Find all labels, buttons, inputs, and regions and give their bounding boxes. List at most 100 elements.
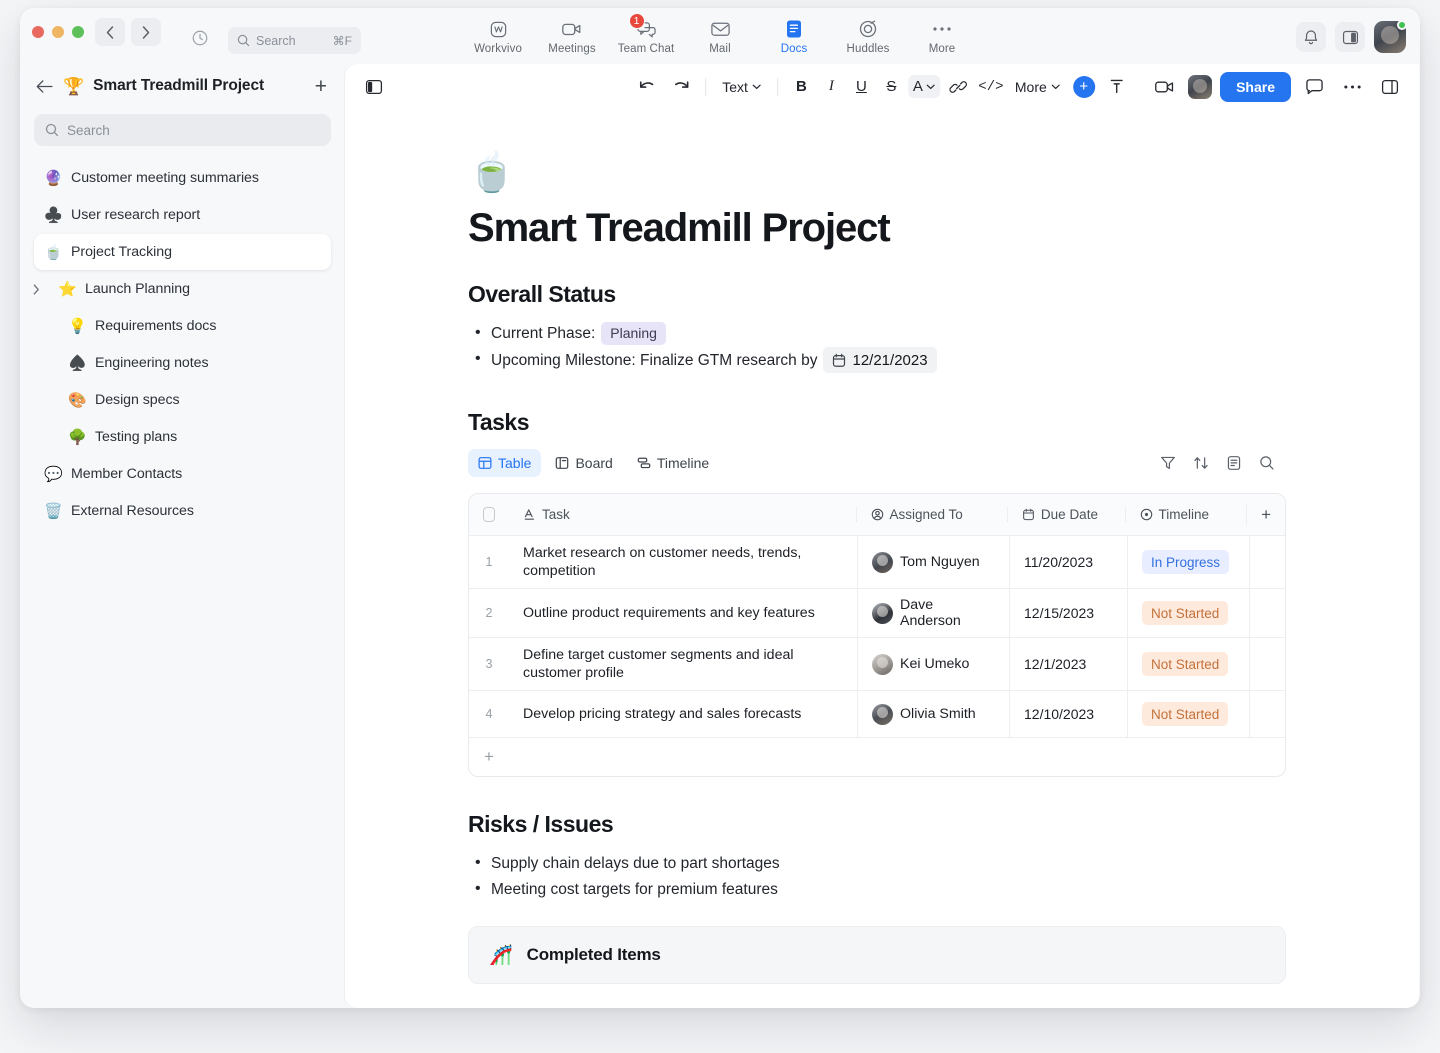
- cell-task[interactable]: Outline product requirements and key fea…: [509, 589, 857, 637]
- nav-item-workvivo[interactable]: Workvivo: [461, 12, 535, 55]
- document-emoji-icon[interactable]: 🍵: [468, 154, 1419, 192]
- add-column-button[interactable]: +: [1246, 505, 1285, 525]
- filter-icon[interactable]: [1160, 455, 1176, 471]
- chevron-right-icon[interactable]: [28, 284, 44, 295]
- cell-assigned-to[interactable]: Kei Umeko: [857, 638, 1009, 690]
- row-number[interactable]: 2: [469, 589, 509, 637]
- table-row[interactable]: 4 Develop pricing strategy and sales for…: [469, 691, 1285, 738]
- milestone-date-pill[interactable]: 12/21/2023: [823, 347, 936, 373]
- start-meeting-button[interactable]: [1150, 73, 1180, 101]
- history-button[interactable]: [185, 24, 215, 52]
- code-button[interactable]: </>: [976, 73, 1006, 101]
- cell-timeline[interactable]: Not Started: [1127, 638, 1249, 690]
- sidebar-item-design-specs[interactable]: 🎨 Design specs: [34, 382, 331, 418]
- underline-button[interactable]: U: [848, 73, 875, 100]
- user-avatar-wrapper[interactable]: [1374, 21, 1406, 53]
- document-title[interactable]: Smart Treadmill Project: [468, 206, 1419, 251]
- current-phase-pill[interactable]: Planing: [601, 322, 666, 345]
- cell-empty[interactable]: [1249, 691, 1285, 737]
- forward-button[interactable]: [131, 18, 161, 46]
- minimize-window-button[interactable]: [52, 26, 64, 38]
- completed-items-callout[interactable]: 🎢 Completed Items: [468, 926, 1286, 984]
- cell-timeline[interactable]: Not Started: [1127, 691, 1249, 737]
- sidebar-add-button[interactable]: +: [315, 76, 329, 97]
- cell-timeline[interactable]: Not Started: [1127, 589, 1249, 637]
- cell-due-date[interactable]: 11/20/2023: [1009, 536, 1127, 588]
- sort-icon[interactable]: [1193, 455, 1209, 471]
- clear-formatting-button[interactable]: [1102, 73, 1132, 101]
- list-item: Meeting cost targets for premium feature…: [468, 877, 1419, 902]
- fields-icon[interactable]: [1226, 455, 1242, 471]
- link-button[interactable]: [943, 73, 973, 101]
- share-button[interactable]: Share: [1220, 72, 1291, 102]
- cell-due-date[interactable]: 12/1/2023: [1009, 638, 1127, 690]
- nav-item-more[interactable]: More: [905, 12, 979, 55]
- tab-board[interactable]: Board: [545, 449, 622, 477]
- more-formatting-dropdown[interactable]: More: [1009, 75, 1066, 99]
- close-window-button[interactable]: [32, 26, 44, 38]
- tab-timeline[interactable]: Timeline: [627, 449, 719, 477]
- column-header-task[interactable]: Task: [509, 507, 856, 522]
- sidebar-item-external-resources[interactable]: 🗑️ External Resources: [34, 493, 331, 529]
- table-row[interactable]: 3 Define target customer segments and id…: [469, 638, 1285, 691]
- row-number[interactable]: 3: [469, 638, 509, 690]
- bold-button[interactable]: B: [788, 73, 815, 100]
- sidebar-item-launch-planning[interactable]: ⭐ Launch Planning: [34, 271, 331, 307]
- sidebar-collapse-button[interactable]: [359, 73, 389, 101]
- cell-empty[interactable]: [1249, 638, 1285, 690]
- strikethrough-button[interactable]: S: [878, 73, 905, 100]
- nav-item-team-chat[interactable]: 1 Team Chat: [609, 12, 683, 55]
- row-number[interactable]: 4: [469, 691, 509, 737]
- add-row-button[interactable]: +: [469, 738, 1285, 776]
- panel-toggle-button[interactable]: [1335, 22, 1365, 52]
- cell-assigned-to[interactable]: Dave Anderson: [857, 589, 1009, 637]
- table-row[interactable]: 1 Market research on customer needs, tre…: [469, 536, 1285, 589]
- column-header-assigned-to[interactable]: Assigned To: [856, 507, 1007, 522]
- sidebar-item-requirements-docs[interactable]: 💡 Requirements docs: [34, 308, 331, 344]
- insert-block-button[interactable]: +: [1069, 73, 1099, 101]
- sidebar-item-project-tracking[interactable]: 🍵 Project Tracking: [34, 234, 331, 270]
- notifications-button[interactable]: [1296, 22, 1326, 52]
- table-row[interactable]: 2 Outline product requirements and key f…: [469, 589, 1285, 638]
- back-button[interactable]: [95, 18, 125, 46]
- global-search-box[interactable]: Search ⌘F: [228, 27, 361, 54]
- nav-item-mail[interactable]: Mail: [683, 12, 757, 55]
- sidebar-back-button[interactable]: [36, 80, 54, 93]
- sidebar-item-engineering-notes[interactable]: ♠️ Engineering notes: [34, 345, 331, 381]
- text-style-dropdown[interactable]: Text: [716, 75, 767, 99]
- nav-item-huddles[interactable]: Huddles: [831, 12, 905, 55]
- search-icon[interactable]: [1259, 455, 1275, 471]
- nav-item-meetings[interactable]: Meetings: [535, 12, 609, 55]
- cell-task[interactable]: Define target customer segments and idea…: [509, 638, 857, 690]
- cell-due-date[interactable]: 12/10/2023: [1009, 691, 1127, 737]
- comments-button[interactable]: [1299, 73, 1329, 101]
- cell-assigned-to[interactable]: Tom Nguyen: [857, 536, 1009, 588]
- sidebar-search-input[interactable]: Search: [34, 114, 331, 146]
- select-all-checkbox[interactable]: [469, 507, 509, 522]
- redo-button[interactable]: [665, 73, 695, 101]
- undo-button[interactable]: [632, 73, 662, 101]
- column-header-timeline[interactable]: Timeline: [1125, 507, 1247, 522]
- document-overflow-button[interactable]: [1337, 73, 1367, 101]
- cell-empty[interactable]: [1249, 589, 1285, 637]
- sidebar-item-testing-plans[interactable]: 🌳 Testing plans: [34, 419, 331, 455]
- sidebar-item-member-contacts[interactable]: 💬 Member Contacts: [34, 456, 331, 492]
- cell-task[interactable]: Market research on customer needs, trend…: [509, 536, 857, 588]
- italic-button[interactable]: I: [818, 73, 845, 100]
- font-color-button[interactable]: A: [908, 75, 940, 98]
- nav-label-mail: Mail: [709, 43, 731, 55]
- cell-timeline[interactable]: In Progress: [1127, 536, 1249, 588]
- cell-due-date[interactable]: 12/15/2023: [1009, 589, 1127, 637]
- sidebar-item-user-research-report[interactable]: ♣️ User research report: [34, 197, 331, 233]
- cell-task[interactable]: Develop pricing strategy and sales forec…: [509, 691, 857, 737]
- cell-empty[interactable]: [1249, 536, 1285, 588]
- right-panel-toggle-button[interactable]: [1375, 73, 1405, 101]
- tab-table[interactable]: Table: [468, 449, 541, 477]
- zoom-window-button[interactable]: [72, 26, 84, 38]
- sidebar-item-customer-meeting-summaries[interactable]: 🔮 Customer meeting summaries: [34, 160, 331, 196]
- nav-item-docs[interactable]: Docs: [757, 12, 831, 55]
- column-header-due-date[interactable]: Due Date: [1007, 507, 1125, 522]
- row-number[interactable]: 1: [469, 536, 509, 588]
- collaborator-avatar[interactable]: [1188, 75, 1212, 99]
- cell-assigned-to[interactable]: Olivia Smith: [857, 691, 1009, 737]
